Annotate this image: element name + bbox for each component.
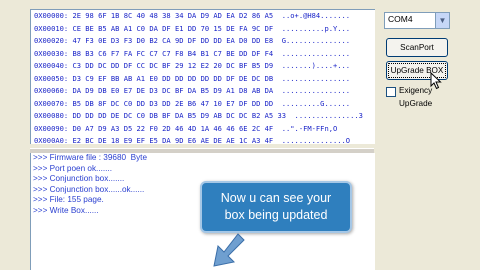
hex-line: 0X000A0: E2 BC DE 18 E9 EF E5 DA 9D E6 A… — [31, 135, 375, 144]
hex-bytes: E2 BC DE 18 E9 EF E5 DA 9D E6 AE DE AE 1… — [72, 136, 274, 144]
port-select-value: COM4 — [388, 14, 413, 24]
hex-ascii: ...............3 — [294, 111, 363, 120]
callout-line-2: box being updated — [224, 208, 328, 222]
hex-line: 0X00050: D3 C9 EF BB AB A1 E0 DD DD DD D… — [31, 73, 375, 86]
port-select[interactable]: COM4 ▼ — [384, 12, 450, 29]
hex-bytes: C3 DD DC DD DF CC DC BF 29 12 E2 20 DC B… — [72, 61, 274, 70]
hex-ascii: .......)....+... — [281, 61, 351, 70]
hex-address: 0X00000: — [34, 11, 69, 20]
window-left-edge — [0, 0, 30, 270]
arrow-down-left-icon — [213, 233, 245, 267]
callout-line-1: Now u can see your — [220, 191, 332, 205]
hex-bytes: B8 B3 C6 F7 FA FC C7 C7 F8 B4 B1 C7 BE D… — [72, 48, 274, 58]
chevron-down-icon[interactable]: ▼ — [435, 13, 449, 28]
hex-line: 0X00040: C3 DD DC DD DF CC DC BF 29 12 E… — [31, 60, 375, 73]
hex-address: 0X00080: — [34, 111, 69, 120]
hex-address: 0X00090: — [34, 123, 69, 133]
hex-address: 0X00030: — [34, 48, 69, 58]
hex-ascii: ................ — [281, 48, 351, 58]
hex-bytes: 2E 98 6F 1B 8C 40 48 38 34 DA D9 AD EA D… — [72, 11, 274, 20]
hex-bytes: D3 C9 EF BB AB A1 E0 DD DD DD DD DD DF D… — [72, 73, 274, 83]
hex-address: 0X00040: — [34, 61, 69, 70]
hex-line: 0X00070: B5 DB 8F DC C0 DD D3 DD 2E B6 4… — [31, 98, 375, 111]
hex-ascii: ..........p.Y... — [281, 23, 351, 33]
hex-address: 0X000A0: — [34, 136, 69, 144]
exigency-upgrade-checkbox[interactable] — [386, 87, 396, 97]
hex-bytes: B5 DB 8F DC C0 DD D3 DD 2E B6 47 10 E7 D… — [72, 98, 274, 108]
hex-ascii: ..o+.@H84....... — [281, 11, 351, 20]
hex-address: 0X00020: — [34, 36, 69, 45]
hex-ascii: ................ — [281, 73, 351, 83]
checkbox-label-line2: UpGrade — [399, 99, 433, 108]
hex-line: 0X00090: D0 A7 D9 A3 D5 22 F0 2D 46 4D 1… — [31, 123, 375, 136]
hex-view-pane[interactable]: 0X00000: 2E 98 6F 1B 8C 40 48 38 34 DA D… — [30, 9, 375, 144]
hex-address: 0X00050: — [34, 73, 69, 83]
hex-ascii: ................ — [281, 86, 351, 95]
checkbox-label-line1: Exigency — [399, 86, 433, 95]
hex-line: 0X00010: CE BE B5 AB A1 C0 DA DF E1 DD 7… — [31, 23, 375, 36]
hex-bytes: CE BE B5 AB A1 C0 DA DF E1 DD 70 15 DE F… — [72, 23, 274, 33]
hex-bytes: DD DD DD DE DC C0 DB BF DA B5 D9 AB DC D… — [72, 111, 286, 120]
scan-port-button[interactable]: ScanPort — [386, 38, 448, 57]
hex-line: 0X00000: 2E 98 6F 1B 8C 40 48 38 34 DA D… — [31, 10, 375, 23]
hex-ascii: ...............O — [281, 136, 351, 144]
hex-address: 0X00060: — [34, 86, 69, 95]
hex-address: 0X00070: — [34, 98, 69, 108]
hex-line: 0X00030: B8 B3 C6 F7 FA FC C7 C7 F8 B4 B… — [31, 48, 375, 61]
hex-line: 0X00060: DA D9 DB E0 E7 DE D3 DC BF DA B… — [31, 85, 375, 98]
hex-line: 0X00020: 47 F3 0E D3 F3 D0 B2 CA 9D DF D… — [31, 35, 375, 48]
hex-bytes: DA D9 DB E0 E7 DE D3 DC BF DA B5 D9 A1 D… — [72, 86, 274, 95]
hex-bytes: 47 F3 0E D3 F3 D0 B2 CA 9D DF DD DD EA D… — [72, 36, 274, 45]
hex-ascii: G............... — [281, 36, 351, 45]
hex-address: 0X00010: — [34, 23, 69, 33]
hex-ascii: ..".-FM-FFn,O — [281, 123, 338, 133]
hex-ascii: .........G...... — [281, 98, 351, 108]
hex-bytes: D0 A7 D9 A3 D5 22 F0 2D 46 4D 1A 46 46 6… — [72, 123, 274, 133]
log-line: >>> Firmware file : 39680 Byte — [33, 153, 147, 162]
annotation-callout: Now u can see your box being updated — [200, 181, 352, 233]
mouse-pointer-icon — [430, 72, 442, 90]
hex-line: 0X00080: DD DD DD DE DC C0 DB BF DA B5 D… — [31, 110, 375, 123]
log-line: >>> Port poen ok....... — [33, 163, 112, 173]
